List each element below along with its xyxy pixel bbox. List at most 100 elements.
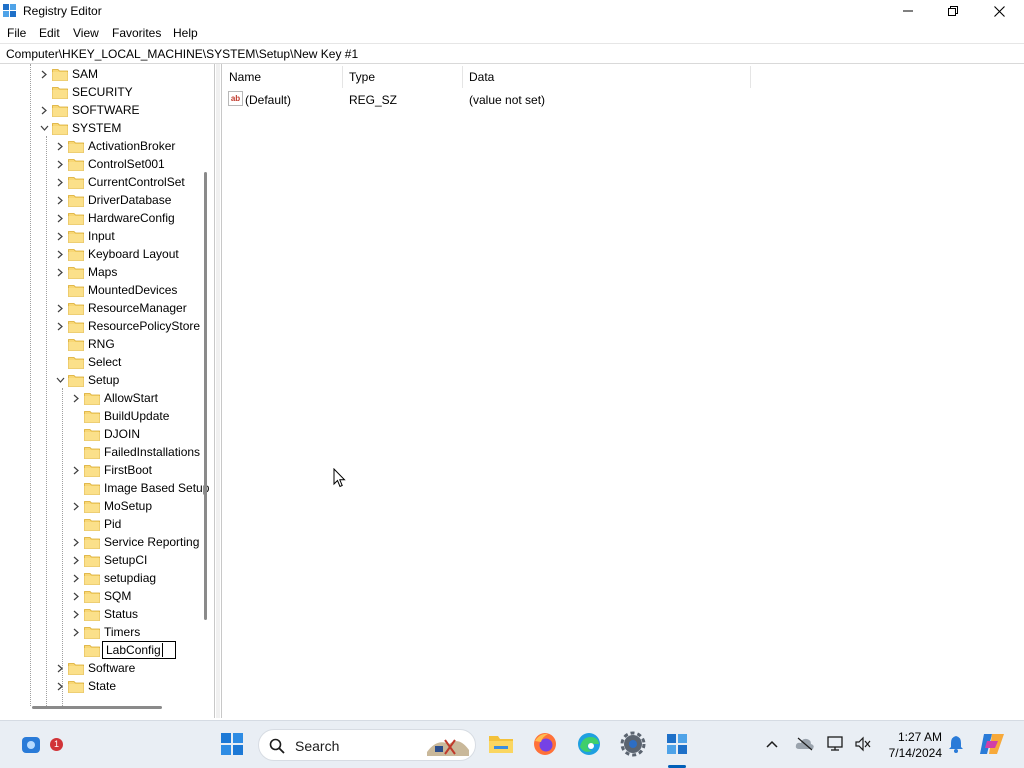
column-separator[interactable]	[750, 66, 751, 88]
tree-item[interactable]: SQM	[70, 587, 131, 605]
chevron-down-icon[interactable]	[38, 119, 50, 137]
tree-item[interactable]: SAM	[38, 65, 98, 83]
chevron-down-icon[interactable]	[54, 371, 66, 389]
column-separator[interactable]	[342, 66, 343, 88]
tree-item[interactable]: AllowStart	[70, 389, 158, 407]
pane-splitter[interactable]	[216, 64, 220, 718]
chevron-right-icon[interactable]	[54, 299, 66, 317]
menu-view[interactable]: View	[73, 26, 99, 40]
chevron-right-icon[interactable]	[54, 137, 66, 155]
menu-edit[interactable]: Edit	[39, 26, 60, 40]
chevron-right-icon[interactable]	[70, 497, 82, 515]
chevron-right-icon[interactable]	[54, 173, 66, 191]
onedrive-tray-button[interactable]	[790, 729, 820, 759]
show-hidden-icons-button[interactable]	[757, 729, 787, 759]
tree-item[interactable]: FirstBoot	[70, 461, 152, 479]
chevron-right-icon[interactable]	[70, 389, 82, 407]
tree-item[interactable]: ActivationBroker	[54, 137, 175, 155]
taskbar-settings[interactable]	[618, 729, 648, 759]
tree-item[interactable]: SECURITY	[38, 83, 133, 101]
minimize-button[interactable]	[885, 0, 931, 22]
network-tray-button[interactable]	[821, 729, 851, 759]
menu-help[interactable]: Help	[173, 26, 198, 40]
chevron-right-icon[interactable]	[54, 263, 66, 281]
taskbar-registry-editor[interactable]	[662, 729, 692, 759]
tree-item[interactable]: DriverDatabase	[54, 191, 171, 209]
rename-key-input[interactable]: LabConfig	[102, 641, 176, 659]
chevron-right-icon[interactable]	[54, 659, 66, 677]
address-path[interactable]: Computer\HKEY_LOCAL_MACHINE\SYSTEM\Setup…	[6, 47, 358, 61]
chevron-right-icon[interactable]	[54, 209, 66, 227]
tree-item-label: FailedInstallations	[104, 445, 201, 459]
tree-item[interactable]: Pid	[70, 515, 121, 533]
tree-item[interactable]: MountedDevices	[54, 281, 177, 299]
restore-button[interactable]	[930, 0, 976, 22]
chevron-right-icon[interactable]	[70, 587, 82, 605]
volume-tray-button[interactable]	[848, 729, 878, 759]
chevron-right-icon[interactable]	[38, 65, 50, 83]
close-button[interactable]	[976, 0, 1022, 22]
copilot-chat-button[interactable]: 1	[17, 729, 63, 759]
address-bar[interactable]: Computer\HKEY_LOCAL_MACHINE\SYSTEM\Setup…	[0, 43, 1024, 64]
key-tree-pane[interactable]: SAM SECURITY SOFTWARE SYSTEM ActivationBroke…	[0, 64, 215, 718]
folder-icon	[68, 374, 84, 387]
tree-item[interactable]: ResourceManager	[54, 299, 187, 317]
column-header-type[interactable]: Type	[349, 70, 375, 84]
chevron-right-icon[interactable]	[54, 677, 66, 695]
chevron-right-icon[interactable]	[70, 605, 82, 623]
taskbar-search-box[interactable]: Search	[258, 729, 476, 761]
menu-file[interactable]: File	[7, 26, 26, 40]
tree-item[interactable]: Select	[54, 353, 121, 371]
chevron-right-icon[interactable]	[38, 101, 50, 119]
chevron-right-icon[interactable]	[70, 623, 82, 641]
tree-item[interactable]: SOFTWARE	[38, 101, 140, 119]
notifications-button[interactable]	[941, 729, 971, 759]
tree-item[interactable]: setupdiag	[70, 569, 156, 587]
tree-item[interactable]: Keyboard Layout	[54, 245, 179, 263]
tree-item[interactable]: Timers	[70, 623, 140, 641]
tree-item[interactable]: Setup	[54, 371, 119, 389]
tree-item[interactable]: FailedInstallations	[70, 443, 200, 461]
menu-favorites[interactable]: Favorites	[112, 26, 161, 40]
chevron-right-icon[interactable]	[70, 569, 82, 587]
taskbar-file-explorer[interactable]	[486, 729, 516, 759]
clock-time[interactable]: 1:27 AM	[892, 730, 942, 744]
chevron-right-icon[interactable]	[54, 245, 66, 263]
tree-item[interactable]: CurrentControlSet	[54, 173, 185, 191]
tree-item[interactable]: Input	[54, 227, 115, 245]
column-header-data[interactable]: Data	[469, 70, 494, 84]
tree-item[interactable]: State	[54, 677, 116, 695]
taskbar-firefox[interactable]	[530, 729, 560, 759]
tree-item[interactable]: Image Based Setup	[70, 479, 209, 497]
chevron-right-icon[interactable]	[70, 461, 82, 479]
tree-item[interactable]: BuildUpdate	[70, 407, 169, 425]
tree-horizontal-scrollbar[interactable]	[32, 706, 162, 709]
tree-item[interactable]: Status	[70, 605, 138, 623]
chevron-right-icon[interactable]	[54, 317, 66, 335]
tree-item[interactable]: Maps	[54, 263, 117, 281]
tree-item[interactable]: RNG	[54, 335, 115, 353]
tree-item[interactable]: Software	[54, 659, 135, 677]
tree-item[interactable]: ResourcePolicyStore	[54, 317, 200, 335]
column-header-name[interactable]: Name	[229, 70, 261, 84]
taskbar-edge[interactable]	[574, 729, 604, 759]
chevron-right-icon[interactable]	[70, 551, 82, 569]
tree-item[interactable]: MoSetup	[70, 497, 152, 515]
chevron-right-icon[interactable]	[54, 191, 66, 209]
copilot-button[interactable]	[977, 729, 1007, 759]
tree-item[interactable]: HardwareConfig	[54, 209, 175, 227]
column-separator[interactable]	[462, 66, 463, 88]
tree-item[interactable]: ControlSet001	[54, 155, 165, 173]
tree-item[interactable]: SYSTEM	[38, 119, 121, 137]
tree-item[interactable]: Service Reporting	[70, 533, 199, 551]
values-pane[interactable]: Name Type Data ab (Default) REG_SZ (valu…	[221, 64, 1024, 718]
chevron-right-icon[interactable]	[54, 227, 66, 245]
tree-item[interactable]: SetupCI	[70, 551, 147, 569]
chevron-right-icon[interactable]	[70, 533, 82, 551]
tree-item[interactable]	[70, 641, 104, 659]
tree-vertical-scrollbar[interactable]	[204, 172, 207, 620]
chevron-right-icon[interactable]	[54, 155, 66, 173]
tree-item[interactable]: DJOIN	[70, 425, 140, 443]
start-button[interactable]	[217, 729, 247, 759]
clock-date[interactable]: 7/14/2024	[880, 746, 942, 760]
